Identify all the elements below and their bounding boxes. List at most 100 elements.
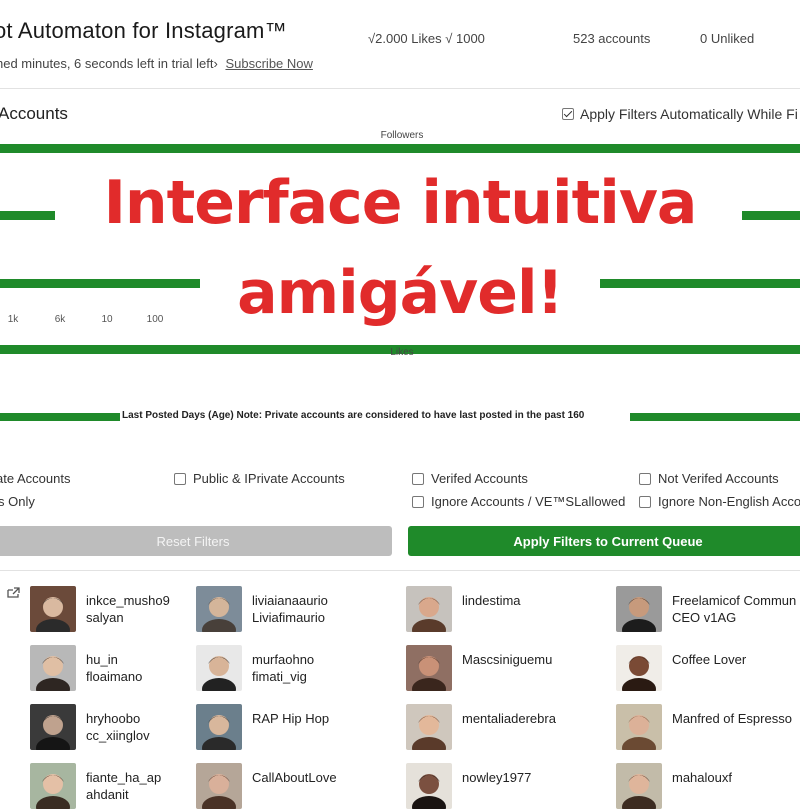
account-names: Mascsiniguemu [462,645,552,691]
avatar [616,704,662,750]
account-subname: floaimano [86,669,143,684]
account-entry[interactable]: mahalouxf [616,763,732,809]
option-checkbox[interactable] [639,472,651,485]
not-verified-option[interactable]: Not Verifed Accounts [639,471,779,486]
account-names: murfaohno fimati_vig [252,645,314,691]
avatar [616,763,662,809]
account-entry[interactable]: RAP Hip Hop [196,704,329,750]
overlay-headline-line1: Interface intuitiva [103,168,698,238]
ignore-accounts-option[interactable]: Ignore Accounts / VE™SLallowed [412,494,625,509]
export-icon[interactable] [7,587,21,602]
account-name: Freelamicof Commun [672,593,797,608]
account-entry[interactable]: Manfred of Espresso [616,704,792,750]
account-subname: fimati_vig [252,669,307,684]
option-checkbox[interactable] [412,472,424,485]
account-entry[interactable]: Coffee Lover [616,645,746,691]
accounts-stat: 523 accounts [573,31,651,46]
section-title: Accounts [0,104,68,123]
list-divider [0,570,800,571]
account-entry[interactable]: nowley1977 [406,763,531,809]
account-entry[interactable]: hryhoobo cc_xiinglov [30,704,150,750]
followers-slider-track[interactable] [0,144,800,153]
avatar [196,763,242,809]
last-posted-note: Last Posted Days (Age) Note: Private acc… [122,410,585,421]
account-name: hryhoobo [86,711,141,726]
account-name: nowley1977 [462,770,532,785]
account-entry[interactable]: liviaianaaurio Liviafimaurio [196,586,328,632]
account-subname: ahdanit [86,787,129,802]
apply-filters-button[interactable]: Apply Filters to Current Queue [408,526,800,556]
private-accounts-option[interactable]: ate Accounts [0,471,70,486]
followers-label: Followers [380,130,424,141]
option-label: ate Accounts [0,471,71,486]
account-name: inkce_musho9 [86,593,170,608]
account-name: liviaianaaurio [252,593,328,608]
account-entry[interactable]: hu_in floaimano [30,645,142,691]
account-names: RAP Hip Hop [252,704,329,750]
avatar [30,704,76,750]
avatar [406,763,452,809]
account-name: Coffee Lover [672,652,747,667]
subscribe-link[interactable]: Subscribe Now [225,56,312,71]
account-names: hu_in floaimano [86,645,142,691]
reset-filters-button[interactable]: Reset Filters [0,526,392,556]
avatar [196,586,242,632]
likes-label: Likes [390,347,414,358]
account-entry[interactable]: Mascsiniguemu [406,645,552,691]
option-label: s Only [0,494,35,509]
account-name: mahalouxf [672,770,732,785]
option-label: Not Verifed Accounts [658,471,779,486]
account-subname: CEO v1AG [672,610,737,625]
account-entry[interactable]: mentaliaderebra [406,704,556,750]
account-names: mentaliaderebra [462,704,556,750]
account-entry[interactable]: fiante_ha_ap ahdanit [30,763,161,809]
account-name: hu_in [86,652,118,667]
account-name: CallAboutLove [252,770,337,785]
header-divider [0,88,800,89]
unliked-stat: 0 Unliked [700,31,755,46]
auto-apply-checkbox[interactable] [562,108,574,120]
option-label: Ignore Non-English Acco [658,494,800,509]
account-names: Manfred of Espresso [672,704,792,750]
avatar [196,704,242,750]
account-name: mentaliaderebra [462,711,556,726]
avatar [406,586,452,632]
account-entry[interactable]: murfaohno fimati_vig [196,645,314,691]
overlay-headline-line2: amigável! [237,258,564,328]
account-names: fiante_ha_ap ahdanit [86,763,161,809]
account-entry[interactable]: CallAboutLove [196,763,337,809]
avatar [406,645,452,691]
option-checkbox[interactable] [174,472,186,485]
account-subname: cc_xiinglov [86,728,150,743]
avatar [616,586,662,632]
option-label: Ignore Accounts / VE™SLallowed [431,494,626,509]
account-entry[interactable]: Freelamicof Commun CEO v1AG [616,586,796,632]
account-name: RAP Hip Hop [252,711,330,726]
account-names: inkce_musho9salyan [86,586,170,632]
auto-apply-toggle[interactable]: Apply Filters Automatically While Fi [562,106,798,122]
option-label: Public & IPrivate Accounts [193,471,345,486]
trial-status: hed minutes, 6 seconds left in trial lef… [0,56,313,71]
only-option[interactable]: s Only [0,494,35,509]
option-checkbox[interactable] [412,495,424,508]
trial-text: hed minutes, 6 seconds left in trial lef… [0,56,218,71]
account-names: Coffee Lover [672,645,746,691]
last-posted-slider-left[interactable] [0,413,120,421]
account-entry[interactable]: inkce_musho9salyan [30,586,170,632]
auto-apply-label: Apply Filters Automatically While Fi [580,106,798,122]
verified-accounts-option[interactable]: Verifed Accounts [412,471,528,486]
account-subname: salyan [86,610,124,625]
option-checkbox[interactable] [639,495,651,508]
account-names: liviaianaaurio Liviafimaurio [252,586,328,632]
avatar [30,586,76,632]
account-names: Freelamicof Commun CEO v1AG [672,586,796,632]
avatar [30,763,76,809]
account-name: Mascsiniguemu [462,652,553,667]
account-entry[interactable]: lindestima [406,586,521,632]
avatar [616,645,662,691]
public-private-option[interactable]: Public & IPrivate Accounts [174,471,345,486]
ignore-non-english-option[interactable]: Ignore Non-English Acco [639,494,800,509]
account-name: Manfred of Espresso [672,711,792,726]
account-names: CallAboutLove [252,763,337,809]
last-posted-slider-right[interactable] [630,413,800,421]
